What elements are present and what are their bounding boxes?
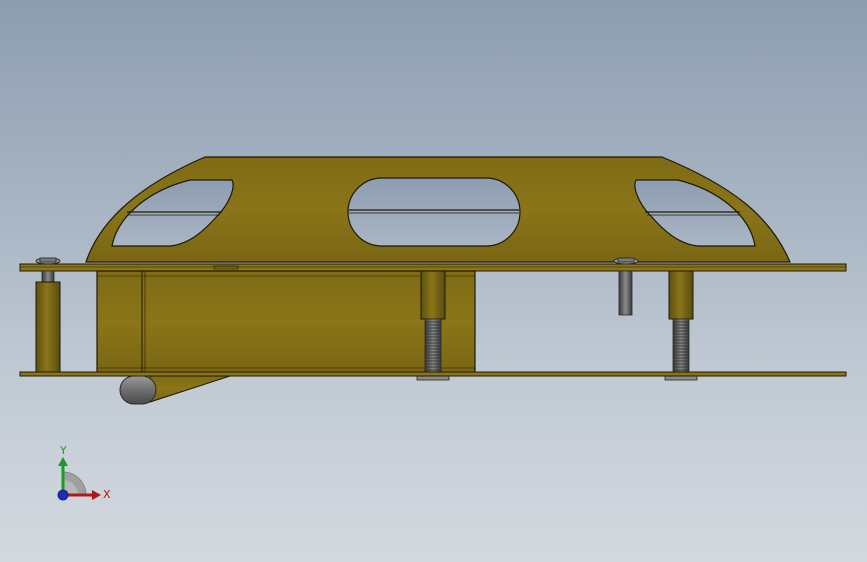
roller-bracket[interactable]	[149, 375, 231, 403]
housing-block[interactable]	[96, 270, 476, 374]
y-axis-arrow-icon	[58, 457, 68, 466]
right-bolt-thread[interactable]	[672, 318, 690, 374]
bottom-plate[interactable]	[19, 371, 847, 377]
x-axis-label: X	[103, 488, 111, 501]
z-axis-origin-icon	[57, 489, 69, 501]
left-standoff[interactable]	[35, 281, 61, 374]
center-slot-cutout	[347, 177, 521, 247]
center-bolt-thread[interactable]	[424, 318, 442, 374]
center-standoff[interactable]	[420, 270, 446, 320]
cad-graphics-viewport[interactable]: Y X	[0, 0, 867, 562]
right-gray-pin[interactable]	[618, 270, 633, 316]
roller[interactable]	[119, 375, 157, 405]
part-model-view[interactable]	[0, 0, 867, 562]
top-plate[interactable]	[19, 263, 847, 272]
x-axis-arrow-icon	[92, 490, 101, 500]
y-axis-label: Y	[59, 444, 67, 457]
coordinate-triad[interactable]: Y X	[48, 440, 118, 510]
right-standoff[interactable]	[668, 270, 694, 320]
left-pin[interactable]	[41, 270, 55, 284]
